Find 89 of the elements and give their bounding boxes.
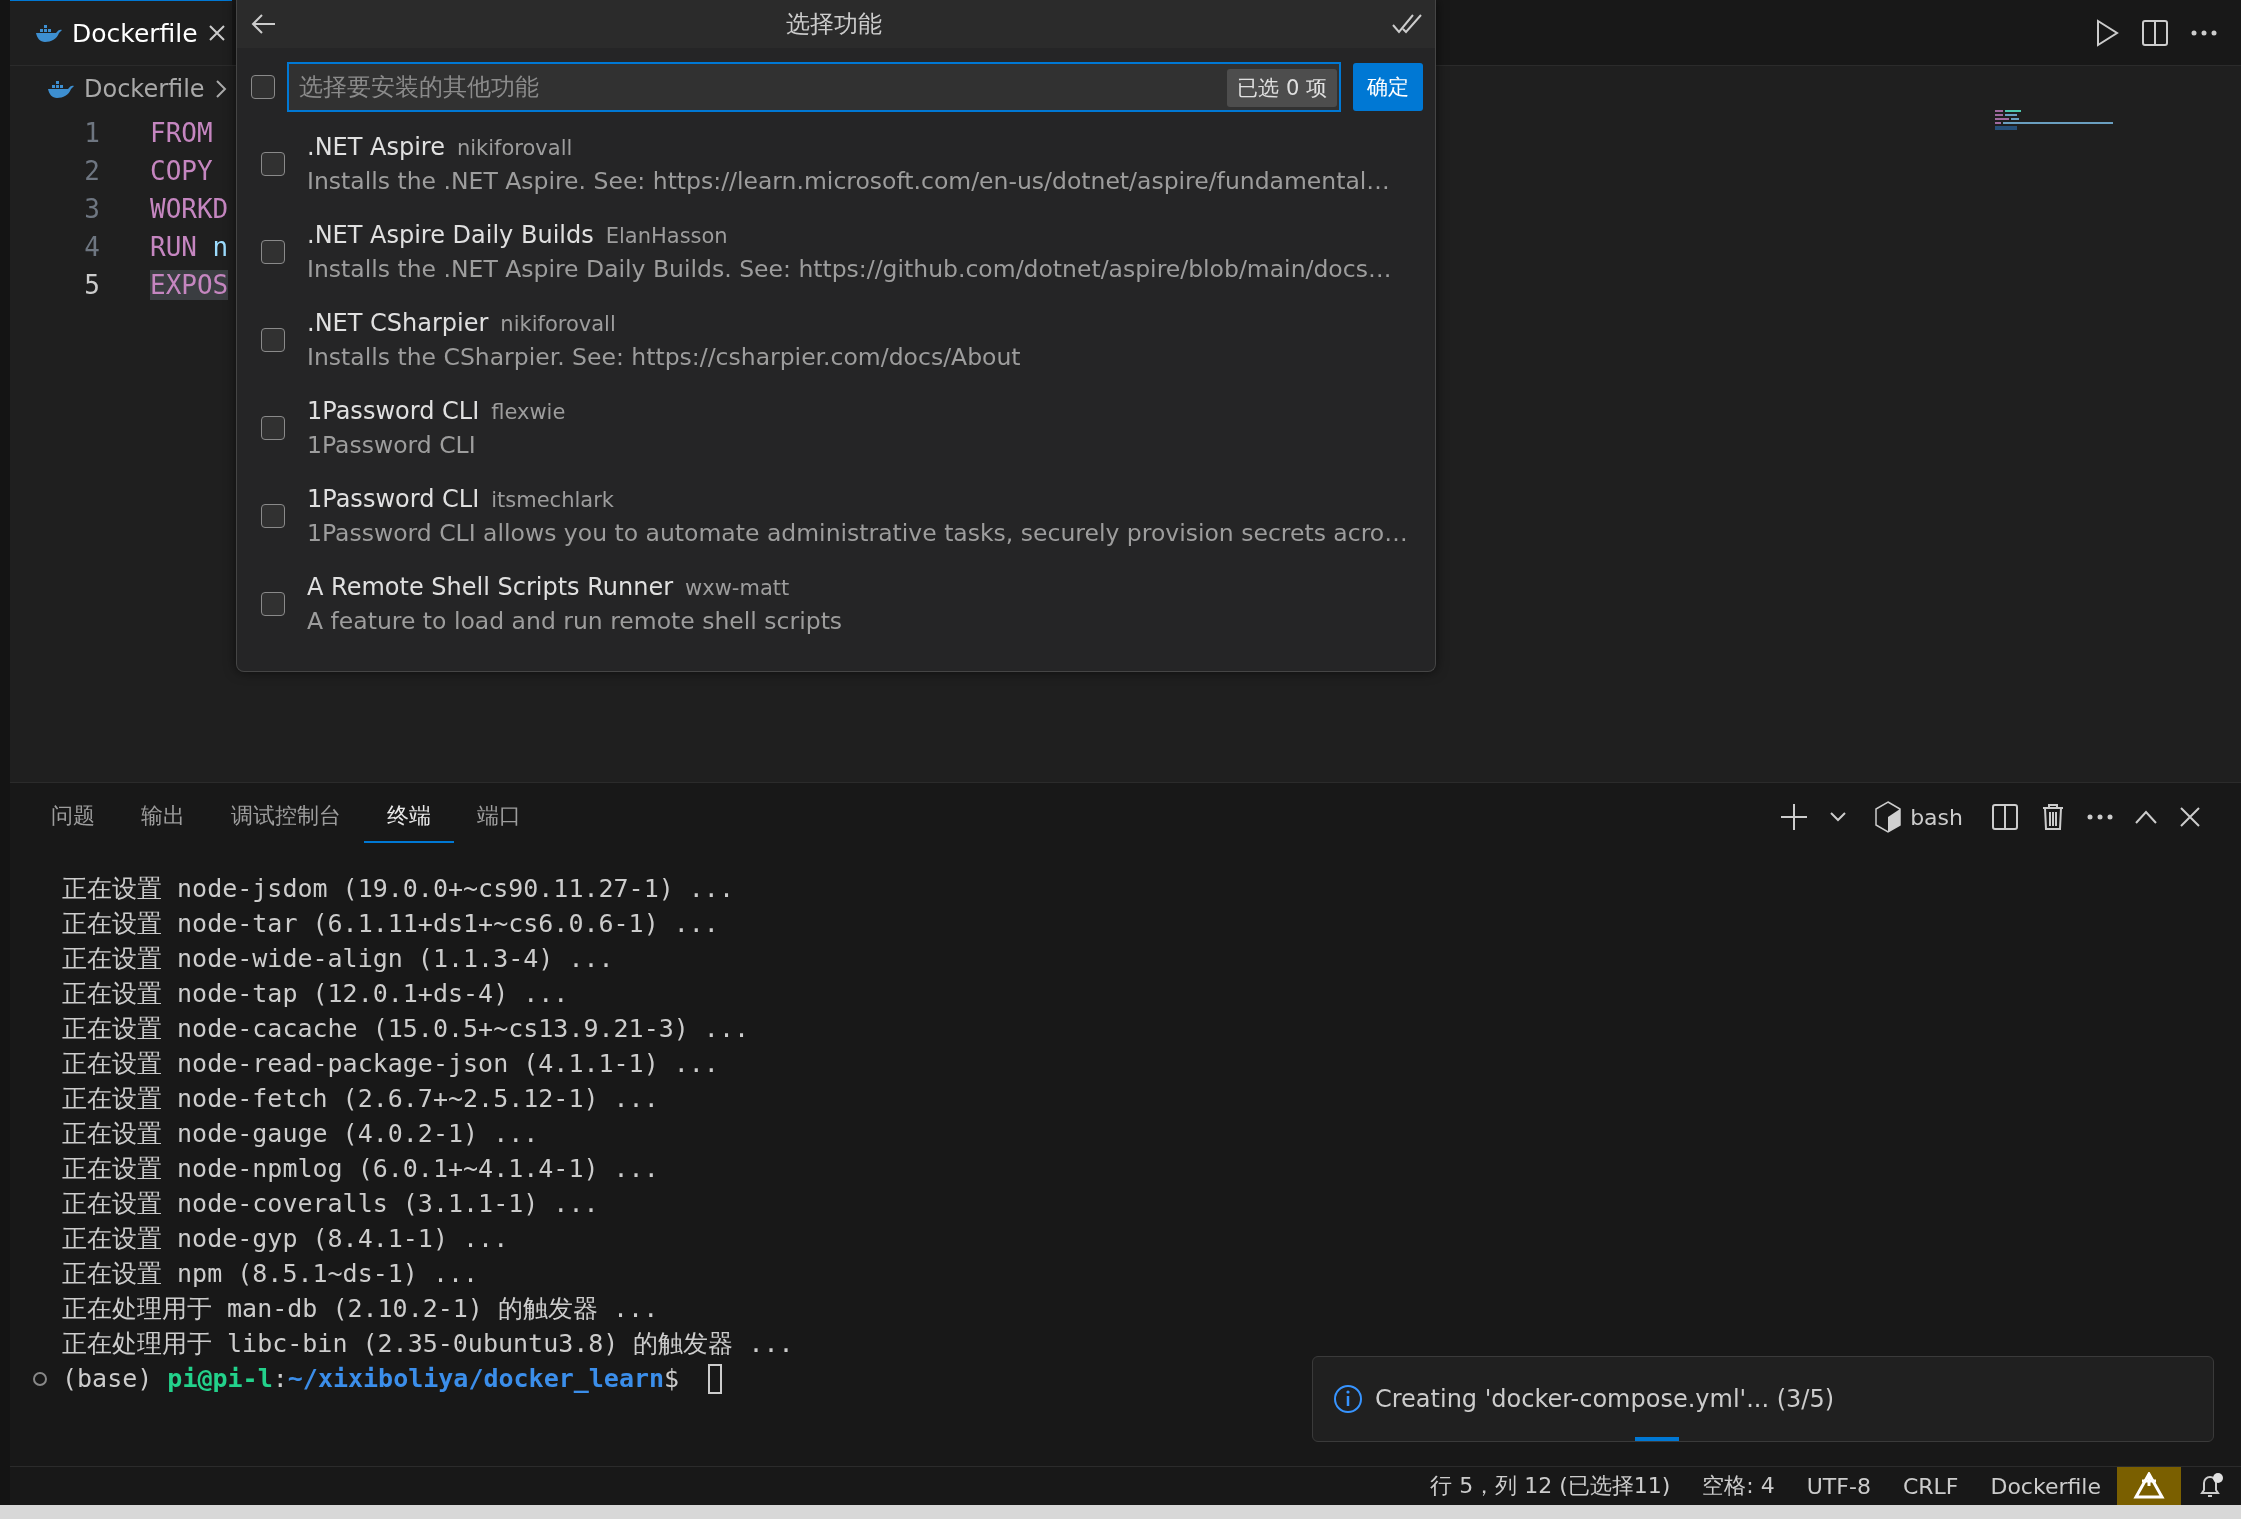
whale-icon xyxy=(34,23,62,43)
close-icon[interactable] xyxy=(207,24,226,42)
terminal-line: 正在设置 node-gyp (8.4.1-1) ... xyxy=(62,1223,510,1255)
feature-name: 1Password CLI xyxy=(307,485,480,513)
code-line: WORKD xyxy=(150,194,229,224)
more-icon[interactable] xyxy=(2191,29,2217,36)
feature-checkbox[interactable] xyxy=(261,152,285,176)
run-icon[interactable] xyxy=(2095,18,2119,47)
line-number: 5 xyxy=(83,270,100,300)
feature-author: itsmechlark xyxy=(491,488,614,512)
line-number: 2 xyxy=(83,156,100,186)
feature-checkbox[interactable] xyxy=(261,328,285,352)
terminal-line: 正在处理用于 libc-bin (2.35-0ubuntu3.8) 的触发器 ... xyxy=(62,1328,795,1360)
code-line: RUN n xyxy=(150,232,229,262)
feature-checkbox[interactable] xyxy=(261,592,285,616)
status-item[interactable]: 空格: 4 xyxy=(1686,1467,1791,1505)
terminal-line: 正在设置 node-tap (12.0.1+ds-4) ... xyxy=(62,978,570,1010)
terminal-line: 正在设置 node-npmlog (6.0.1+~4.1.4-1) ... xyxy=(62,1153,660,1185)
editor-tab[interactable]: Dockerfile xyxy=(10,0,232,65)
terminal-line: 正在设置 node-tar (6.1.11+ds1+~cs6.0.6-1) ... xyxy=(62,908,720,940)
terminal-selector[interactable]: bash xyxy=(1868,800,1969,834)
line-number: 4 xyxy=(83,232,100,262)
terminal-line: 正在设置 node-wide-align (1.1.3-4) ... xyxy=(62,943,615,975)
panel-tab[interactable]: 端口 xyxy=(454,791,544,843)
select-all-checkbox[interactable] xyxy=(251,75,275,99)
feature-description: 1Password CLI xyxy=(307,431,477,459)
feature-description: A feature to load and run remote shell scripts xyxy=(307,607,843,635)
panel-tab[interactable]: 调试控制台 xyxy=(208,791,364,843)
chevron-icon xyxy=(214,79,227,99)
status-item[interactable]: Dockerfile xyxy=(1974,1467,2117,1505)
terminal-line: 正在设置 node-gauge (4.0.2-1) ... xyxy=(62,1118,540,1150)
add-terminal-icon[interactable] xyxy=(1780,803,1809,831)
notification-message: Creating 'docker-compose.yml'... (3/5) xyxy=(1375,1385,1835,1413)
feature-name: .NET Aspire xyxy=(307,133,445,161)
feature-description: Installs the .NET Aspire Daily Builds. See: https://github.com/dotnet/aspire/blob/main/docs… xyxy=(307,255,1392,283)
close-icon[interactable] xyxy=(2179,806,2201,828)
feature-author: wxw-matt xyxy=(685,576,790,600)
code-line: FROM xyxy=(150,118,213,148)
panel-tab[interactable]: 问题 xyxy=(28,791,118,843)
panel-tab[interactable]: 终端 xyxy=(364,791,454,843)
feature-name: .NET Aspire Daily Builds xyxy=(307,221,594,249)
maximize-panel-icon[interactable] xyxy=(2135,810,2157,824)
feature-name: 1Password CLI xyxy=(307,397,480,425)
feature-name: .NET CSharpier xyxy=(307,309,489,337)
feature-author: nikiforovall xyxy=(456,136,573,160)
status-item[interactable]: CRLF xyxy=(1886,1467,1975,1505)
back-icon[interactable] xyxy=(251,13,277,35)
line-number: 1 xyxy=(83,118,100,148)
split-editor-icon[interactable] xyxy=(2141,18,2169,47)
terminal-line: 正在设置 node-coveralls (3.1.1-1) ... xyxy=(62,1188,600,1220)
terminal-prompt: (base) pi@pi-l:~/xixiboliya/docker_learn$ xyxy=(62,1363,681,1395)
terminal-line: 正在设置 node-read-package-json (4.1.1-1) ... xyxy=(62,1048,720,1080)
panel-tab[interactable]: 输出 xyxy=(118,791,208,843)
status-badge[interactable] xyxy=(2117,1467,2181,1505)
terminal-line: 正在设置 node-jsdom (19.0.0+~cs90.11.27-1) ... xyxy=(62,873,735,905)
whale-icon xyxy=(46,79,74,99)
ok-button[interactable]: 确定 xyxy=(1353,63,1423,111)
feature-description: Installs the CSharpier. See: https://csharpier.com/docs/About xyxy=(307,343,1021,371)
terminal-line: 正在设置 node-fetch (2.6.7+~2.5.12-1) ... xyxy=(62,1083,660,1115)
feature-checkbox[interactable] xyxy=(261,504,285,528)
feature-checkbox[interactable] xyxy=(261,416,285,440)
terminal-icon xyxy=(1874,801,1903,833)
chevron-down-icon[interactable] xyxy=(1830,812,1847,822)
count-badge: 已选 0 项 xyxy=(1227,69,1337,107)
feature-name: A Remote Shell Scripts Runner xyxy=(307,573,674,601)
terminal-line: 正在设置 npm (8.5.1~ds-1) ... xyxy=(62,1258,480,1290)
command-marker-icon xyxy=(32,1370,48,1387)
more-icon[interactable] xyxy=(2087,814,2113,820)
status-item[interactable]: 行 5，列 12 (已选择11) xyxy=(1414,1467,1687,1505)
feature-description: 1Password CLI allows you to automate administrative tasks, securely provision secrets acro… xyxy=(307,519,1408,547)
code-line: COPY xyxy=(150,156,213,186)
trash-icon[interactable] xyxy=(2041,803,2065,831)
info-icon xyxy=(1333,1384,1363,1414)
feature-author: nikiforovall xyxy=(500,312,616,336)
split-terminal-icon[interactable] xyxy=(1991,803,2019,831)
feature-description: Installs the .NET Aspire. See: https://learn.microsoft.com/en-us/dotnet/aspire/fundamental… xyxy=(307,167,1390,195)
line-number: 3 xyxy=(83,194,100,224)
status-item[interactable]: UTF-8 xyxy=(1790,1467,1887,1505)
check-all-icon[interactable] xyxy=(1391,13,1423,35)
feature-checkbox[interactable] xyxy=(261,240,285,264)
terminal-line: 正在处理用于 man-db (2.10.2-1) 的触发器 ... xyxy=(62,1293,660,1325)
bell-icon[interactable] xyxy=(2197,1472,2225,1500)
feature-author: flexwie xyxy=(491,400,566,424)
terminal-line: 正在设置 node-cacache (15.0.5+~cs13.9.21-3) ... xyxy=(62,1013,750,1045)
breadcrumb[interactable]: Dockerfile xyxy=(84,75,205,103)
quick-pick-title: 选择功能 xyxy=(786,9,882,40)
feature-author: ElanHasson xyxy=(605,224,728,248)
terminal-cursor xyxy=(708,1363,723,1394)
progress-indicator xyxy=(1635,1437,1679,1441)
